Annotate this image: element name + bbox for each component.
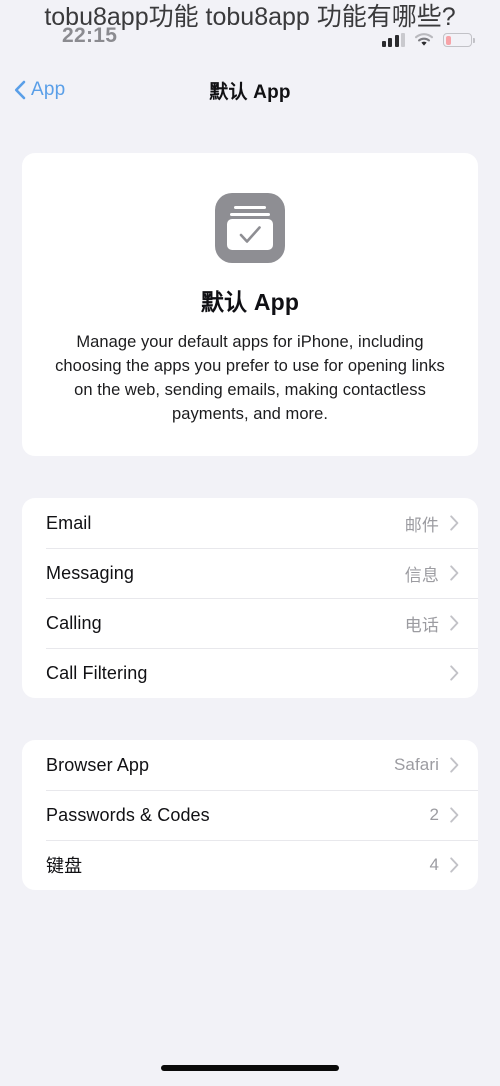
list-item-value: 信息 [404, 565, 439, 585]
list-item-email[interactable]: Email 邮件 [22, 498, 478, 548]
chevron-right-icon [450, 615, 459, 631]
list-item-label: 键盘 [46, 856, 83, 876]
list-item-passwords-and-codes[interactable]: Passwords & Codes 2 [22, 790, 478, 840]
wifi-icon [414, 32, 434, 47]
browser-and-input-group: Browser App Safari Passwords & Codes 2 键… [22, 740, 478, 890]
navigation-bar: App 默认 App [0, 70, 500, 110]
battery-low-icon [443, 33, 475, 47]
list-item-keyboard[interactable]: 键盘 4 [22, 840, 478, 890]
default-apps-group: Email 邮件 Messaging 信息 Calling 电话 Call Fi… [22, 498, 478, 698]
hero-title: 默认 App [200, 289, 300, 315]
list-item-value: Safari [393, 755, 439, 774]
list-item-label: Messaging [46, 562, 134, 583]
list-item-label: Browser App [46, 754, 150, 775]
list-item-messaging[interactable]: Messaging 信息 [22, 548, 478, 598]
chevron-right-icon [450, 857, 459, 873]
list-item-label: Calling [46, 612, 102, 633]
overlay-page-title: tobu8app功能 tobu8app 功能有哪些? [44, 3, 456, 31]
chevron-right-icon [450, 757, 459, 773]
chevron-right-icon [450, 807, 459, 823]
hero-card: 默认 App Manage your default apps for iPho… [22, 153, 478, 456]
hero-description: Manage your default apps for iPhone, inc… [55, 333, 445, 423]
list-item-value: 2 [429, 805, 439, 824]
scroll-content: 默认 App Manage your default apps for iPho… [0, 120, 500, 890]
list-item-value: 4 [429, 855, 439, 874]
cellular-bars-icon [381, 33, 405, 47]
home-indicator[interactable] [161, 1065, 339, 1071]
list-item-label: Call Filtering [46, 662, 148, 683]
list-item-calling[interactable]: Calling 电话 [22, 598, 478, 648]
chevron-right-icon [450, 665, 459, 681]
list-item-call-filtering[interactable]: Call Filtering [22, 648, 478, 698]
default-apps-icon [215, 193, 285, 263]
chevron-right-icon [450, 565, 459, 581]
page-title: 默认 App [209, 81, 291, 103]
list-item-label: Passwords & Codes [46, 804, 210, 825]
list-item-browser-app[interactable]: Browser App Safari [22, 740, 478, 790]
list-item-value: 邮件 [404, 515, 439, 535]
checkmark-icon [239, 226, 261, 243]
chevron-right-icon [450, 515, 459, 531]
list-item-label: Email [46, 512, 92, 533]
list-item-value: 电话 [404, 615, 439, 635]
